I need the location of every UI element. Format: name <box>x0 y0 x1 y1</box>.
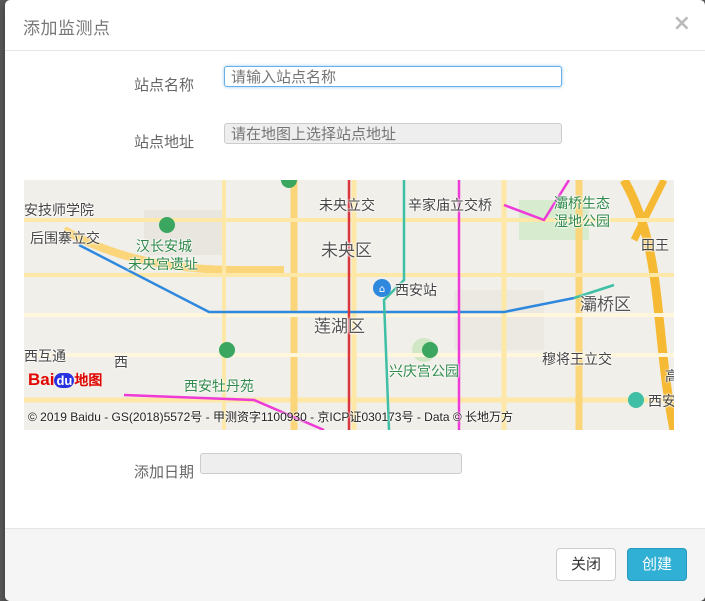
map-label-xian-station: 西安站 <box>395 283 437 299</box>
map-label-hanchang: 汉长安城 <box>136 239 192 255</box>
map-label-tian: 田王 <box>641 238 669 254</box>
map-label-xi: 西 <box>114 355 128 371</box>
map-picker[interactable]: ⌂ 未央立交 辛家庙立交桥 灞桥生态 湿地公园 安技师学院 后围寨立交 汉长安城… <box>24 180 674 430</box>
map-label-houwei-interchange: 后围寨立交 <box>30 231 100 247</box>
map-label-hutong: 西互通 <box>24 349 66 365</box>
map-label-weiyang-interchange: 未央立交 <box>319 198 375 214</box>
add-date-label: 添加日期 <box>134 463 195 481</box>
map-label-weiyanggong: 未央宫遗址 <box>128 257 198 273</box>
map-label-lianhu-district: 莲湖区 <box>314 317 365 337</box>
station-address-label: 站点地址 <box>134 133 195 151</box>
dialog-footer: 关闭 创建 <box>5 528 705 601</box>
dialog-title: 添加监测点 <box>23 19 111 39</box>
map-label-baqiao-park: 灞桥生态 <box>554 196 610 212</box>
close-icon[interactable]: × <box>673 13 691 35</box>
map-label-technician-college: 安技师学院 <box>24 203 94 219</box>
map-label-gao: 高 <box>665 369 674 385</box>
dialog-header: 添加监测点 × <box>5 0 705 51</box>
map-label-baqiao-district: 灞桥区 <box>580 295 631 315</box>
create-button[interactable]: 创建 <box>627 548 687 581</box>
map-copyright: © 2019 Baidu - GS(2018)5572号 - 甲测资字11009… <box>28 410 514 424</box>
station-name-label: 站点名称 <box>134 76 195 94</box>
close-button[interactable]: 关闭 <box>556 548 616 581</box>
map-label-xian: 西安 <box>648 394 674 410</box>
svg-text:⌂: ⌂ <box>379 284 385 295</box>
map-label-weiyang-district: 未央区 <box>321 241 372 261</box>
add-date-input[interactable] <box>200 453 462 474</box>
map-label-mujiang-interchange: 穆将王立交 <box>542 352 612 368</box>
station-address-input <box>224 123 562 144</box>
map-label-mudan: 西安牡丹苑 <box>184 379 254 395</box>
baidu-map-logo: Bai du 地图 <box>28 370 103 389</box>
map-label-xingqing-park: 兴庆宫公园 <box>389 364 459 380</box>
map-label-xinjiamiao: 辛家庙立交桥 <box>408 198 492 214</box>
station-name-input[interactable] <box>224 66 562 87</box>
add-station-dialog: 添加监测点 × 站点名称 站点地址 <box>5 0 705 601</box>
map-label-baqiao-park-2: 湿地公园 <box>554 214 610 230</box>
